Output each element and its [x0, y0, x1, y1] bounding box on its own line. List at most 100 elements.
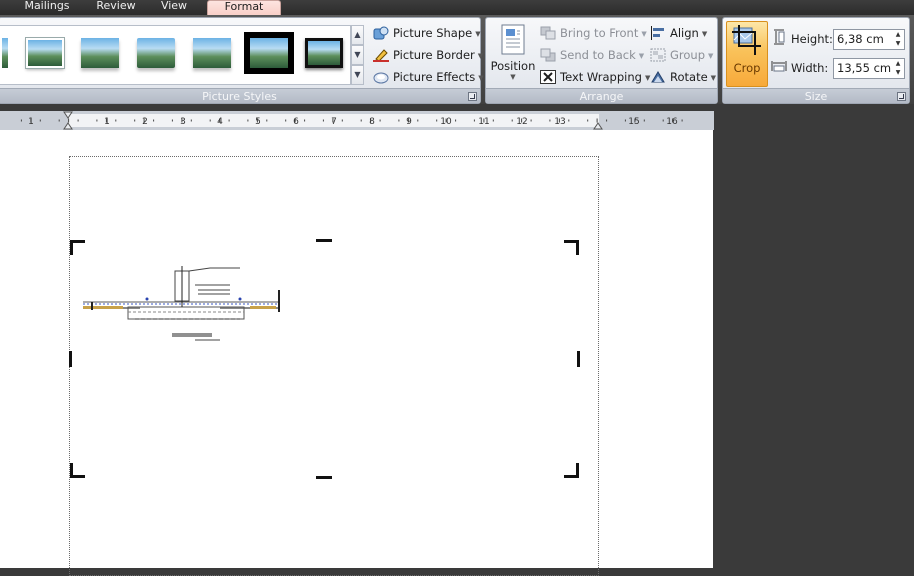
text-wrapping-button[interactable]: Text Wrapping ▼ — [540, 67, 650, 87]
tab-view[interactable]: View — [154, 0, 194, 15]
ruler-number: 13 — [554, 117, 565, 127]
crop-handle-bottom-left[interactable] — [70, 463, 73, 478]
style-thumbnail[interactable] — [246, 34, 292, 72]
crop-handle-left[interactable] — [69, 351, 72, 367]
crop-handle-right[interactable] — [577, 351, 580, 367]
gallery-scroll-down[interactable]: ▼ — [351, 45, 364, 65]
position-button[interactable]: Position ▼ — [489, 22, 537, 86]
size-group: Crop Height: 6,38 cm ▲ ▼ Width: 13,55 cm … — [722, 17, 910, 104]
ruler-number: 1 — [28, 117, 34, 127]
arrange-group: Position ▼ Bring to Front ▼ Send to Back ▼… — [485, 17, 718, 104]
ruler-number: 4 — [217, 117, 223, 127]
align-label: Align — [670, 26, 699, 40]
ruler-number: 16 — [666, 117, 678, 127]
arrange-group-label: Arrange — [486, 88, 717, 103]
align-icon — [650, 25, 666, 40]
dropdown-arrow-icon: ▼ — [708, 51, 714, 60]
rotate-icon — [650, 70, 666, 84]
ruler-number: 1 — [104, 117, 110, 127]
style-thumbnail[interactable] — [305, 38, 343, 68]
gallery-scroll-up[interactable]: ▲ — [351, 25, 364, 45]
ruler-number: 12 — [516, 117, 527, 127]
send-to-back-button[interactable]: Send to Back ▼ — [540, 45, 644, 65]
ruler-number: 2 — [142, 117, 148, 127]
picture-effects-button[interactable]: Picture Effects ▼ — [373, 67, 484, 87]
bring-to-front-icon — [540, 26, 556, 40]
dialog-launcher-icon[interactable] — [897, 92, 906, 101]
pencil-border-icon — [373, 48, 389, 62]
picture-styles-gallery — [0, 25, 351, 85]
height-label: Height: — [791, 32, 833, 46]
rotate-label: Rotate — [670, 70, 708, 84]
send-to-back-label: Send to Back — [560, 48, 636, 62]
gallery-more[interactable]: ▼ — [351, 65, 364, 85]
width-spinner-icon[interactable]: ▲ ▼ — [893, 59, 903, 78]
tab-mailings[interactable]: Mailings — [18, 0, 76, 15]
height-input[interactable]: 6,38 cm ▲ ▼ — [833, 29, 905, 50]
bring-to-front-button[interactable]: Bring to Front ▼ — [540, 23, 647, 43]
crop-handle-top[interactable] — [316, 239, 332, 242]
style-thumbnail[interactable] — [2, 38, 8, 68]
tab-review[interactable]: Review — [90, 0, 142, 15]
width-label: Width: — [791, 61, 829, 75]
ruler-ticks: 1 1 2 3 4 5 6 7 8 9 10 11 12 13 15 16 — [20, 111, 683, 130]
ruler-number: 3 — [180, 117, 186, 127]
dropdown-arrow-icon: ▼ — [475, 29, 481, 38]
dialog-launcher-icon[interactable] — [468, 92, 477, 101]
width-value: 13,55 cm — [837, 61, 892, 75]
picture-border-label: Picture Border — [393, 48, 475, 62]
indent-marker-icon[interactable] — [63, 111, 73, 130]
dropdown-arrow-icon: ▼ — [710, 73, 717, 82]
ruler-number: 5 — [255, 117, 261, 127]
bring-to-front-label: Bring to Front — [560, 26, 639, 40]
style-thumbnail[interactable] — [81, 38, 119, 68]
ruler-number: 9 — [406, 117, 412, 127]
height-spinner-icon[interactable]: ▲ ▼ — [893, 30, 903, 49]
ruler-number: 7 — [331, 117, 337, 127]
width-icon — [771, 59, 787, 76]
dropdown-arrow-icon: ▼ — [477, 51, 484, 60]
send-to-back-icon — [540, 48, 556, 62]
crop-handle-top-left[interactable] — [70, 240, 73, 255]
picture-shape-button[interactable]: Picture Shape ▼ — [373, 23, 481, 43]
dropdown-arrow-icon: ▼ — [478, 73, 484, 82]
ruler-number: 11 — [478, 117, 489, 127]
dropdown-arrow-icon: ▼ — [510, 73, 516, 81]
tab-format[interactable]: Format — [207, 0, 281, 15]
text-wrapping-label: Text Wrapping — [560, 70, 642, 84]
selected-picture[interactable] — [69, 239, 580, 479]
ruler-number: 10 — [440, 117, 452, 127]
crop-button[interactable]: Crop — [726, 21, 768, 87]
style-thumbnail[interactable] — [137, 38, 175, 68]
style-thumbnail[interactable] — [26, 38, 64, 68]
size-group-label: Size — [723, 88, 909, 103]
picture-border-button[interactable]: Picture Border ▼ — [373, 45, 483, 65]
picture-effects-label: Picture Effects — [393, 70, 476, 84]
group-icon — [650, 48, 666, 62]
group-label: Group — [670, 48, 706, 62]
text-wrapping-icon — [540, 69, 556, 84]
style-thumbnail[interactable] — [193, 38, 231, 68]
picture-effects-icon — [373, 70, 389, 84]
dropdown-arrow-icon: ▼ — [638, 51, 645, 60]
height-icon — [772, 29, 786, 48]
picture-shape-icon — [373, 26, 389, 40]
picture-shape-label: Picture Shape — [393, 26, 473, 40]
group-button[interactable]: Group ▼ — [650, 45, 713, 65]
technical-drawing-image — [83, 266, 280, 341]
crop-handle-bottom-right[interactable] — [576, 463, 579, 478]
dropdown-arrow-icon: ▼ — [701, 29, 708, 38]
picture-styles-group: ▲ ▼ ▼ Picture Shape ▼ Picture Border ▼ Pic… — [0, 17, 484, 104]
rotate-button[interactable]: Rotate ▼ — [650, 67, 716, 87]
crop-handle-bottom[interactable] — [316, 476, 332, 479]
crop-handle-top-right[interactable] — [576, 240, 579, 255]
picture-styles-group-label: Picture Styles — [0, 88, 480, 103]
right-indent-marker-icon[interactable] — [593, 122, 603, 130]
ribbon-tab-bar: Mailings Review View Format — [0, 0, 914, 15]
align-button[interactable]: Align ▼ — [650, 23, 707, 43]
position-icon — [501, 24, 525, 55]
width-input[interactable]: 13,55 cm ▲ ▼ — [833, 58, 905, 79]
crop-icon — [732, 25, 761, 55]
height-value: 6,38 cm — [837, 32, 884, 46]
position-label: Position — [490, 59, 536, 73]
